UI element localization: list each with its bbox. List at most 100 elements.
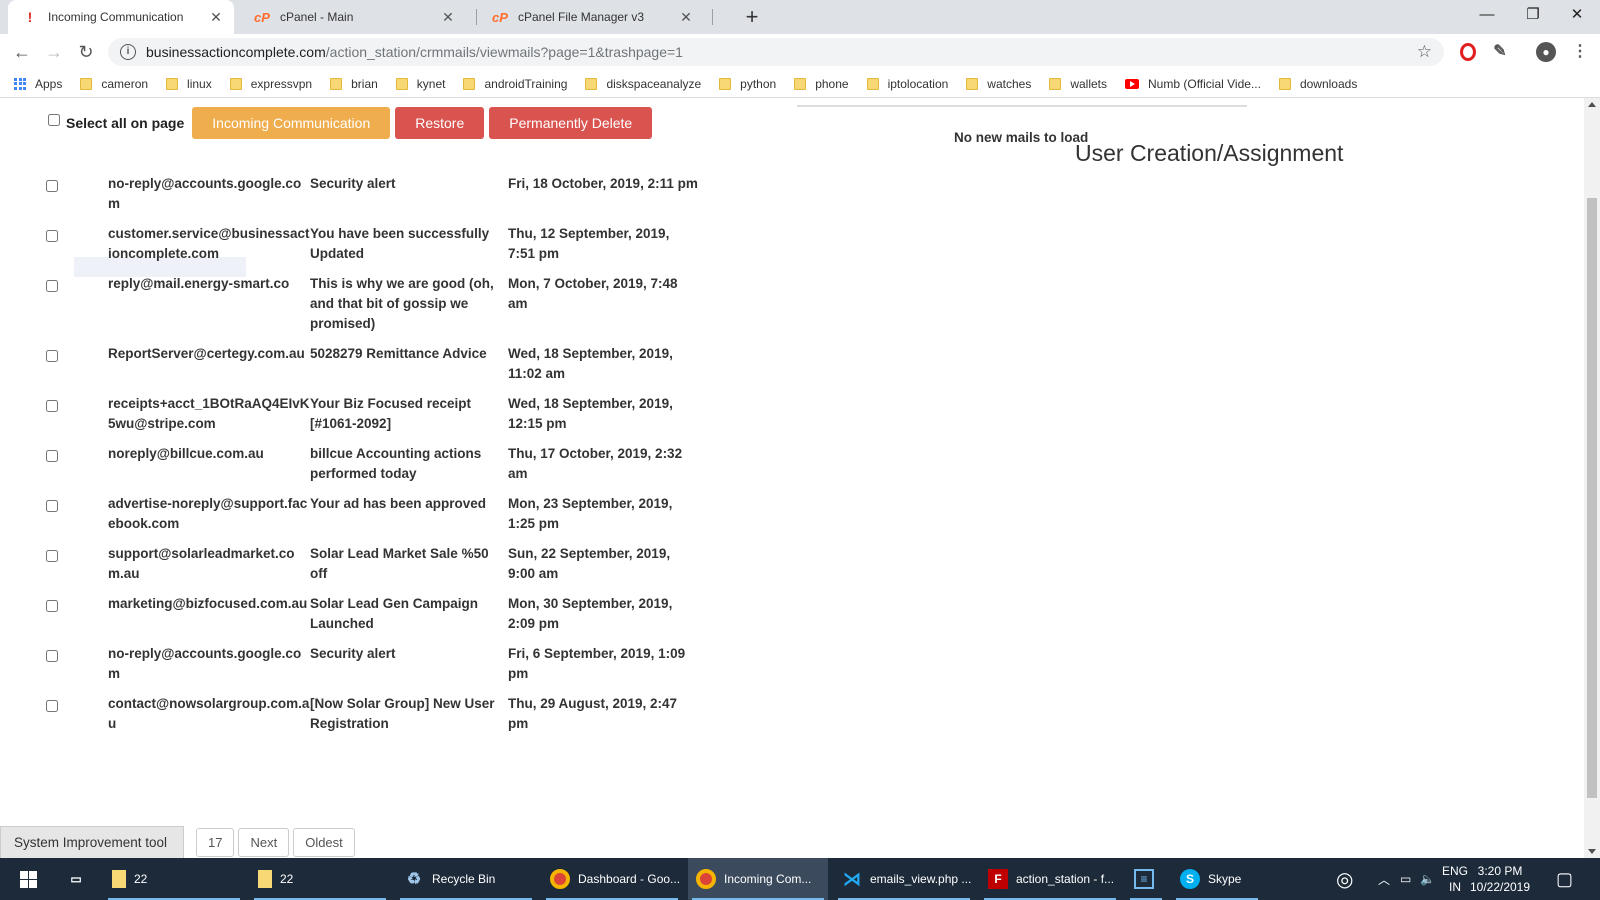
taskbar-explorer-2[interactable]: 22 (250, 858, 390, 900)
mail-row[interactable]: ReportServer@certegy.com.au 5028279 Remi… (44, 344, 704, 394)
mail-from[interactable]: advertise-noreply@support.facebook.com (108, 494, 310, 534)
select-all-checkbox[interactable] (48, 114, 60, 126)
restore-button[interactable]: Restore (395, 107, 485, 139)
mail-from[interactable]: customer.service@businessactioncomplete.… (108, 224, 310, 264)
bookmark-watches[interactable]: watches (966, 77, 1031, 91)
mail-row[interactable]: no-reply@accounts.google.com Security al… (44, 644, 704, 694)
tab-incoming-communication[interactable]: ! Incoming Communication ✕ (8, 0, 234, 34)
mail-subject[interactable]: Solar Lead Gen Campaign Launched (310, 594, 508, 634)
mail-subject[interactable]: Security alert (310, 174, 508, 194)
minimize-button[interactable]: — (1464, 0, 1510, 30)
taskbar-explorer-1[interactable]: 22 (104, 858, 244, 900)
new-tab-button[interactable]: + (738, 3, 766, 31)
taskbar-app[interactable]: ≡ (1126, 858, 1166, 900)
mail-subject[interactable]: [Now Solar Group] New User Registration (310, 694, 508, 734)
volume-icon[interactable]: 🔈 (1420, 858, 1435, 900)
tab-cpanel-file-manager[interactable]: cP cPanel File Manager v3 ✕ (478, 0, 704, 34)
oldest-page-button[interactable]: Oldest (293, 828, 355, 857)
taskbar-chrome-incoming[interactable]: Incoming Com... (688, 858, 828, 900)
tray-chevron-icon[interactable]: ︿ (1378, 858, 1390, 900)
mail-row[interactable]: noreply@billcue.com.au billcue Accountin… (44, 444, 704, 494)
bookmark-diskspaceanalyze[interactable]: diskspaceanalyze (585, 77, 701, 91)
cortana-icon[interactable]: ◎ (1336, 858, 1353, 900)
mail-subject[interactable]: Your ad has been approved (310, 494, 508, 514)
scroll-up-icon[interactable] (1588, 102, 1596, 107)
bookmark-apps[interactable]: Apps (14, 77, 62, 91)
bookmark-expressvpn[interactable]: expressvpn (229, 77, 312, 91)
mail-row[interactable]: no-reply@accounts.google.com Security al… (44, 174, 704, 224)
mail-from[interactable]: ReportServer@certegy.com.au (108, 344, 310, 364)
mail-checkbox[interactable] (46, 230, 58, 242)
start-button[interactable] (6, 858, 48, 900)
system-clock[interactable]: 3:20 PM 10/22/2019 (1460, 863, 1540, 895)
mail-subject[interactable]: Your Biz Focused receipt [#1061-2092] (310, 394, 508, 434)
mail-checkbox[interactable] (46, 650, 58, 662)
mail-checkbox[interactable] (46, 600, 58, 612)
mail-checkbox[interactable] (46, 700, 58, 712)
taskbar-recycle-bin[interactable]: ♻ Recycle Bin (396, 858, 536, 900)
mail-from[interactable]: marketing@bizfocused.com.au (108, 594, 310, 614)
task-view-button[interactable]: ▭ (54, 858, 94, 900)
taskbar-vscode[interactable]: ⋊ emails_view.php ... (834, 858, 974, 900)
bookmark-python[interactable]: python (719, 77, 776, 91)
forward-icon[interactable]: → (42, 40, 66, 64)
mail-subject[interactable]: billcue Accounting actions performed tod… (310, 444, 508, 484)
mail-row[interactable]: reply@mail.energy-smart.co This is why w… (44, 274, 704, 344)
taskbar-skype[interactable]: S Skype (1172, 858, 1262, 900)
mail-checkbox[interactable] (46, 350, 58, 362)
mail-subject[interactable]: This is why we are good (oh, and that bi… (310, 274, 508, 334)
bookmark-downloads[interactable]: downloads (1278, 77, 1357, 91)
taskbar-chrome-dashboard[interactable]: Dashboard - Goo... (542, 858, 682, 900)
mail-subject[interactable]: 5028279 Remittance Advice (310, 344, 508, 364)
mail-from[interactable]: reply@mail.energy-smart.co (108, 274, 310, 294)
site-info-icon[interactable]: i (120, 44, 136, 60)
mail-checkbox[interactable] (46, 400, 58, 412)
bookmark-kynet[interactable]: kynet (395, 77, 445, 91)
taskbar-filezilla[interactable]: F action_station - f... (980, 858, 1120, 900)
bookmark-star-icon[interactable]: ☆ (1417, 42, 1432, 62)
mail-checkbox[interactable] (46, 180, 58, 192)
next-page-button[interactable]: Next (238, 828, 290, 857)
page-number-button[interactable]: 17 (196, 828, 235, 857)
mail-checkbox[interactable] (46, 450, 58, 462)
reload-icon[interactable]: ↻ (74, 40, 98, 64)
mail-subject[interactable]: Solar Lead Market Sale %50 off (310, 544, 508, 584)
mail-checkbox[interactable] (46, 550, 58, 562)
opera-vpn-extension-icon[interactable] (1460, 43, 1476, 61)
notifications-icon[interactable]: ▢ (1556, 858, 1573, 900)
mail-from[interactable]: no-reply@accounts.google.com (108, 644, 310, 684)
page-scrollbar[interactable] (1584, 98, 1600, 858)
permanently-delete-button[interactable]: Permanently Delete (489, 107, 653, 139)
scroll-down-icon[interactable] (1588, 849, 1596, 854)
bookmark-linux[interactable]: linux (166, 77, 212, 91)
mail-row[interactable]: advertise-noreply@support.facebook.com Y… (44, 494, 704, 544)
bookmark-brian[interactable]: brian (330, 77, 378, 91)
back-icon[interactable]: ← (10, 40, 34, 64)
close-window-button[interactable]: ✕ (1554, 0, 1600, 30)
system-improvement-tool-button[interactable]: System Improvement tool (0, 826, 184, 860)
mail-row[interactable]: receipts+acct_1BOtRaAQ4EIvK5wu@stripe.co… (44, 394, 704, 444)
mail-subject[interactable]: You have been successfully Updated (310, 224, 508, 264)
address-bar[interactable]: i businessactioncomplete.com/action_stat… (108, 38, 1444, 66)
mail-subject[interactable]: Security alert (310, 644, 508, 664)
tab-close-icon[interactable]: ✕ (440, 9, 456, 26)
tab-close-icon[interactable]: ✕ (678, 9, 694, 26)
scrollbar-thumb[interactable] (1587, 198, 1597, 798)
mail-checkbox[interactable] (46, 280, 58, 292)
bookmark-androidtraining[interactable]: androidTraining (463, 77, 567, 91)
mail-from[interactable]: support@solarleadmarket.com.au (108, 544, 310, 584)
mail-row[interactable]: marketing@bizfocused.com.au Solar Lead G… (44, 594, 704, 644)
bookmark-iptolocation[interactable]: iptolocation (866, 77, 948, 91)
tab-cpanel-main[interactable]: cP cPanel - Main ✕ (240, 0, 466, 34)
menu-kebab-icon[interactable]: ⋮ (1570, 42, 1590, 62)
network-icon[interactable]: ▭ (1400, 858, 1411, 900)
mail-checkbox[interactable] (46, 500, 58, 512)
profile-avatar-icon[interactable]: ● (1536, 42, 1556, 62)
mail-from[interactable]: receipts+acct_1BOtRaAQ4EIvK5wu@stripe.co… (108, 394, 310, 434)
bookmark-numb-video[interactable]: Numb (Official Vide... (1125, 77, 1261, 91)
bookmark-phone[interactable]: phone (794, 77, 849, 91)
mail-from[interactable]: contact@nowsolargroup.com.au (108, 694, 310, 734)
restore-button[interactable]: ❐ (1510, 0, 1556, 30)
eyedropper-extension-icon[interactable]: ✎ (1490, 42, 1510, 62)
mail-row[interactable]: support@solarleadmarket.com.au Solar Lea… (44, 544, 704, 594)
